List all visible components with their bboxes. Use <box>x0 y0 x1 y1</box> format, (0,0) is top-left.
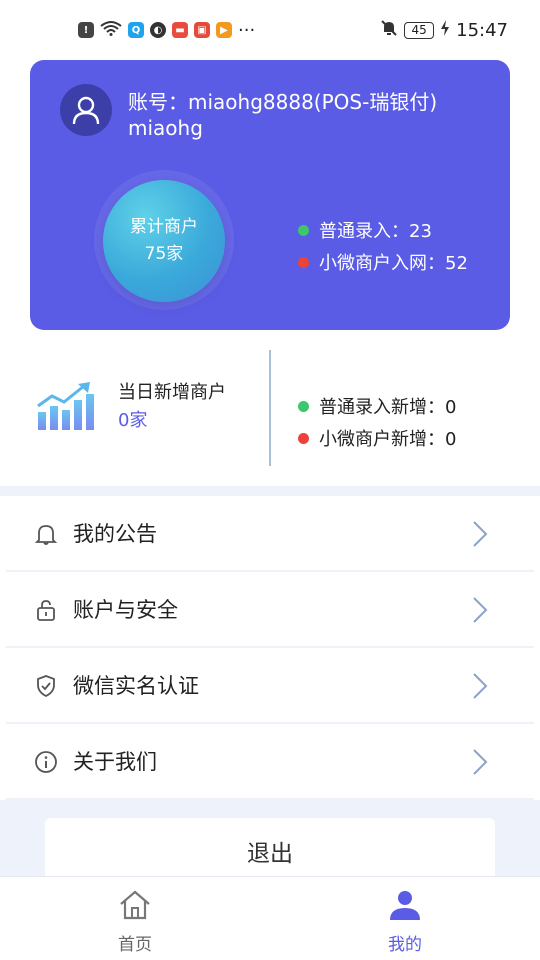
bottom-tab-bar: 首页 我的 <box>0 876 540 960</box>
menu-item-label: 我的公告 <box>73 522 157 546</box>
menu-item-about-us[interactable]: 关于我们 <box>6 724 534 800</box>
tab-mine[interactable]: 我的 <box>270 877 540 960</box>
info-icon <box>34 750 58 778</box>
lock-icon <box>34 598 58 626</box>
mute-bell-icon <box>380 19 398 42</box>
menu-item-wechat-verification[interactable]: 微信实名认证 <box>6 648 534 724</box>
normal-new-text: 普通录入新增：0 <box>319 397 457 418</box>
total-merchants-label: 累计商户 <box>130 217 198 237</box>
total-merchants-circle: 累计商户 75家 <box>103 180 225 302</box>
home-icon <box>118 889 152 926</box>
tab-mine-label: 我的 <box>388 935 422 955</box>
avatar[interactable] <box>60 84 112 136</box>
more-notifications: ··· <box>238 19 256 41</box>
daily-count: 0家 <box>118 410 148 431</box>
browser-app-icon: ◐ <box>150 22 166 38</box>
micro-entry-text: 小微商户入网：52 <box>319 253 468 274</box>
red-dot-icon <box>298 432 309 444</box>
battery-level: 45 <box>404 21 435 39</box>
menu-item-account-security[interactable]: 账户与安全 <box>6 572 534 648</box>
user-filled-icon <box>388 889 422 926</box>
alert-icon: ! <box>78 22 94 38</box>
chevron-right-icon <box>472 596 488 628</box>
chevron-right-icon <box>472 672 488 704</box>
normal-entry-stat: 普通录入：23 <box>298 217 432 243</box>
daily-new-merchants: 当日新增商户 0家 普通录入新增：0 小微商户新增：0 <box>0 340 540 480</box>
red-dot-icon <box>298 256 309 268</box>
status-time: 15:47 <box>456 19 508 41</box>
tab-home[interactable]: 首页 <box>0 877 270 960</box>
news-app-icon: ▣ <box>194 22 210 38</box>
micro-entry-stat: 小微商户入网：52 <box>298 249 468 275</box>
total-merchants-value: 75家 <box>144 244 184 264</box>
account-number: 账号：miaohg8888(POS-瑞银付) <box>128 90 438 114</box>
status-icons-left: ! Q ◐ ▬ ▣ ▶ ··· <box>78 20 255 41</box>
daily-title: 当日新增商户 <box>118 382 226 403</box>
menu-item-label: 账户与安全 <box>73 598 178 622</box>
logout-button[interactable]: 退出 <box>45 818 495 884</box>
account-card: 账号：miaohg8888(POS-瑞银付) miaohg 累计商户 75家 普… <box>30 60 510 330</box>
settings-menu: 我的公告 账户与安全 微信实名认证 关于我们 <box>6 496 534 800</box>
green-dot-icon <box>298 400 309 412</box>
divider <box>269 350 271 466</box>
growth-chart-icon <box>36 382 94 434</box>
chevron-right-icon <box>472 520 488 552</box>
status-icons-right: 45 15:47 <box>380 19 508 42</box>
green-dot-icon <box>298 224 309 236</box>
micro-new-stat: 小微商户新增：0 <box>298 425 456 451</box>
search-app-icon: Q <box>128 22 144 38</box>
chevron-right-icon <box>472 748 488 780</box>
video-app-icon: ▶ <box>216 22 232 38</box>
micro-new-text: 小微商户新增：0 <box>319 429 457 450</box>
menu-item-label: 微信实名认证 <box>73 674 199 698</box>
wifi-icon <box>100 20 122 41</box>
status-bar: ! Q ◐ ▬ ▣ ▶ ··· 45 15:47 <box>0 0 540 60</box>
normal-new-stat: 普通录入新增：0 <box>298 393 456 419</box>
user-icon <box>72 96 100 125</box>
bell-icon <box>34 522 58 550</box>
shop-app-icon: ▬ <box>172 22 188 38</box>
normal-entry-text: 普通录入：23 <box>319 221 432 242</box>
account-name: miaohg <box>128 116 203 140</box>
menu-item-label: 关于我们 <box>73 750 157 774</box>
shield-check-icon <box>34 674 58 702</box>
tab-home-label: 首页 <box>118 935 152 955</box>
section-separator <box>0 486 540 496</box>
menu-item-announcements[interactable]: 我的公告 <box>6 496 534 572</box>
charging-icon <box>440 19 450 42</box>
